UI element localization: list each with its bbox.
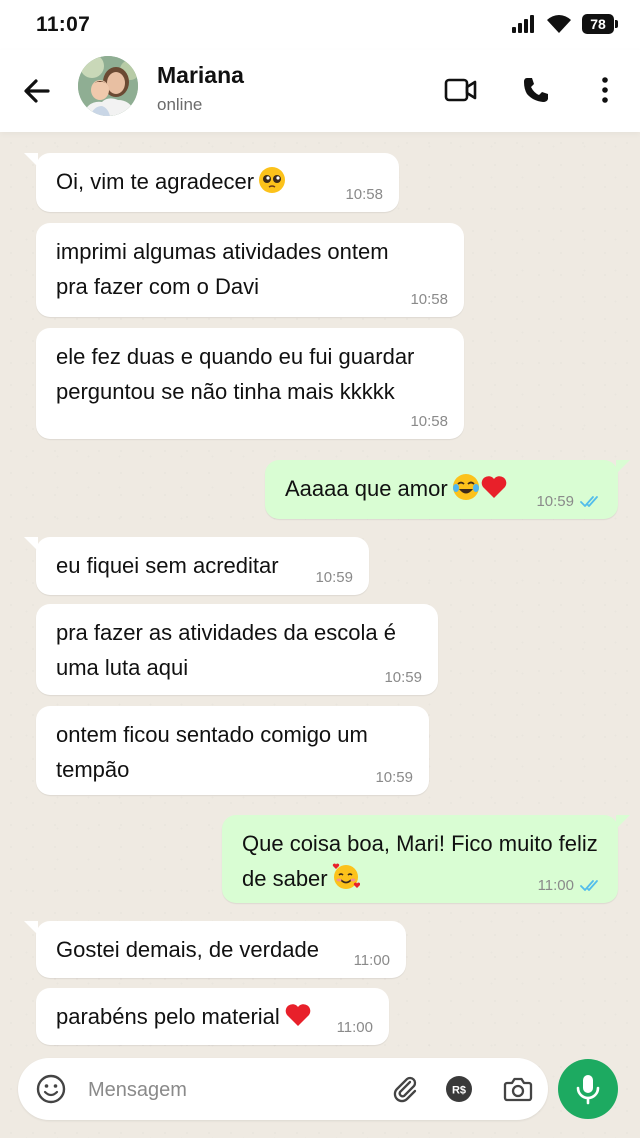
message-time: 11:00 [537,877,574,894]
message-meta: 10:59 [375,770,413,786]
message-incoming[interactable]: Gostei demais, de verdade 11:00 [24,921,406,978]
message-incoming[interactable]: eu fiquei sem acreditar 10:59 [24,537,369,595]
message-body: Aaaaa que amor [285,476,448,501]
message-incoming[interactable]: parabéns pelo material 11:00 [36,988,389,1045]
message-incoming[interactable]: ele fez duas e quando eu fui guardar per… [36,328,464,439]
camera-icon [503,1077,533,1102]
message-text: eu fiquei sem acreditar [56,553,279,578]
payment-button[interactable]: R$ [442,1072,476,1106]
double-check-icon [580,880,598,891]
emoji-button[interactable] [34,1072,68,1106]
paperclip-icon [393,1076,417,1103]
message-text: Gostei demais, de verdade [56,937,319,962]
message-meta: 11:00 [538,878,602,894]
message-incoming[interactable]: pra fazer as atividades da escola é uma … [36,604,438,695]
contact-name[interactable]: Mariana [157,62,244,89]
pleading-face-emoji-icon [259,167,286,193]
tears-of-joy-emoji-icon [452,474,479,500]
emoji-icon [36,1074,66,1104]
double-check-icon [580,496,598,507]
message-meta: 10:58 [410,414,448,430]
message-time: 10:59 [315,569,353,586]
status-bar: 11:07 78 [0,0,640,50]
contact-status: online [157,95,203,114]
payment-icon: R$ [446,1076,472,1102]
message-text: parabéns pelo material [56,999,369,1034]
message-incoming[interactable]: imprimi algumas atividades ontem pra faz… [36,223,464,317]
message-text: ele fez duas e quando eu fui guardar per… [56,344,415,404]
message-meta: 10:59 [536,494,602,510]
back-button[interactable] [18,71,58,111]
message-incoming[interactable]: Oi, vim te agradecer 10:58 [24,153,399,212]
message-text: pra fazer as atividades da escola é uma … [56,620,396,680]
message-meta: 10:58 [410,292,448,308]
red-heart-emoji-icon [481,476,506,498]
message-body: Oi, vim te agradecer [56,169,255,194]
message-text: Oi, vim te agradecer [56,164,379,199]
chat-header: Mariana online [0,50,640,132]
smiling-face-with-hearts-emoji-icon [332,863,360,889]
voice-message-button[interactable] [558,1059,618,1119]
message-time: 10:59 [536,493,574,510]
video-call-icon [444,78,477,102]
message-text: ontem ficou sentado comigo um tempão [56,722,368,782]
message-time: 10:59 [384,669,422,686]
message-time: 11:00 [353,952,390,969]
more-options-button[interactable] [585,70,625,110]
message-time: 10:58 [410,291,448,308]
message-time: 10:59 [375,769,413,786]
attach-button[interactable] [388,1072,422,1106]
message-input[interactable] [86,1074,380,1106]
message-meta: 10:58 [345,187,383,203]
message-time: 11:00 [336,1019,373,1036]
message-meta: 10:59 [384,670,422,686]
message-outgoing[interactable]: Que coisa boa, Mari! Fico muito feliz de… [222,815,630,903]
message-text: imprimi algumas atividades ontem pra faz… [56,239,389,299]
red-heart-emoji-icon [285,1004,311,1026]
contact-avatar[interactable] [78,56,138,116]
microphone-icon [576,1075,600,1105]
status-icons: 78 [512,14,618,34]
battery-icon: 78 [582,14,618,34]
message-meta: 11:00 [354,953,390,969]
message-meta: 10:59 [315,570,353,586]
message-body: parabéns pelo material [56,1004,280,1029]
phone-icon [524,78,548,102]
wifi-icon [547,15,571,33]
status-time: 11:07 [36,13,91,36]
back-arrow-icon [24,79,50,103]
composer-bar: R$ [18,1058,548,1120]
message-meta: 11:00 [337,1020,373,1036]
message-outgoing[interactable]: Aaaaa que amor 10:59 [265,460,630,519]
camera-button[interactable] [501,1072,535,1106]
voice-call-button[interactable] [516,70,556,110]
message-time: 10:58 [410,413,448,430]
more-vert-icon [602,77,608,103]
svg-text:R$: R$ [452,1085,466,1097]
message-time: 10:58 [345,186,383,203]
video-call-button[interactable] [441,70,481,110]
battery-level: 78 [590,16,606,32]
message-incoming[interactable]: ontem ficou sentado comigo um tempão 10:… [36,706,429,795]
message-list: Oi, vim te agradecer 10:58 imprimi algum… [0,132,640,1052]
avatar-photo [78,56,138,116]
signal-icon [512,15,534,33]
